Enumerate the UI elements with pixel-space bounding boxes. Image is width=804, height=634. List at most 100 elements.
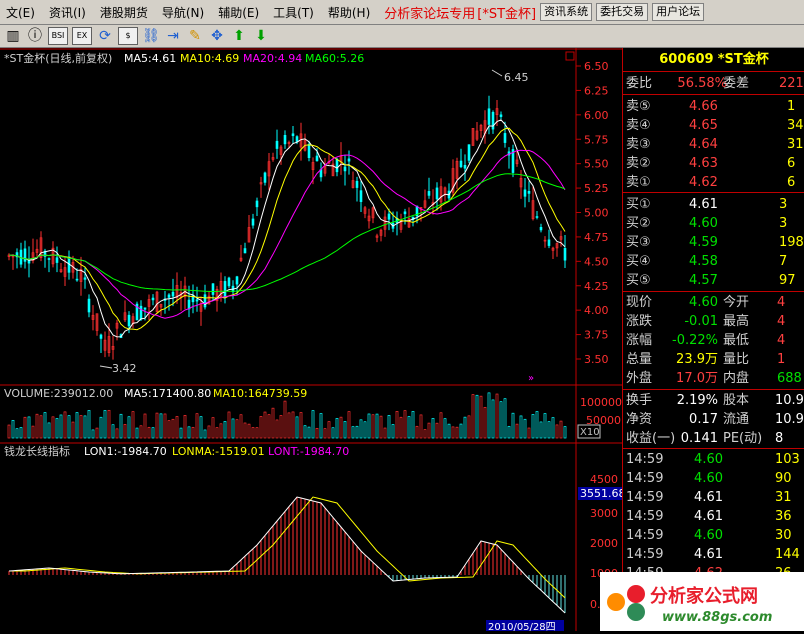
fin-label-2: 股本 <box>723 393 750 408</box>
tick-time: 14:59 <box>626 509 664 524</box>
info-icon[interactable]: ⓘ <box>26 28 44 44</box>
candle-body <box>47 258 51 260</box>
stat-label-2: 最高 <box>723 314 750 329</box>
stat-row: 外盘 17.0万 内盘 688 <box>623 369 804 388</box>
up-arrow-icon[interactable]: ⬆ <box>230 28 248 44</box>
candle-body <box>335 158 339 173</box>
menu-item-2[interactable]: 港股期货 <box>94 4 156 21</box>
export-icon[interactable]: ⇥ <box>164 28 182 44</box>
tick-price: 4.60 <box>694 452 723 467</box>
stat-label-2: 今开 <box>723 295 750 310</box>
candle-body <box>87 298 91 313</box>
sell-volume: 1 <box>787 99 796 114</box>
candle-body <box>243 248 247 254</box>
chart-area[interactable]: 6.50 6.25 6.00 5.75 5.50 5.25 5.00 4.75 4.50 4.25… <box>0 48 626 633</box>
price-tick-label: 3.75 <box>584 329 609 342</box>
menu-button-1[interactable]: 委托交易 <box>596 3 649 21</box>
indicator-cursor-value: 3551.68 <box>580 487 622 500</box>
tick-volume: 103 <box>775 452 800 467</box>
candle-body <box>359 190 363 202</box>
tick-row: 14:59 4.61 144 <box>623 545 804 564</box>
menu-item-3[interactable]: 导航(N) <box>156 4 212 21</box>
buy-price: 4.61 <box>689 197 718 212</box>
fin-value: 0.17 <box>689 412 718 427</box>
fin-label: 净资 <box>626 412 653 427</box>
tick-row: 14:59 4.61 36 <box>623 507 804 526</box>
candle-body <box>139 305 143 320</box>
volume-unit: X10 <box>580 427 600 438</box>
menu-item-5[interactable]: 工具(T) <box>267 4 322 21</box>
candle-body <box>23 248 27 262</box>
kline-chart[interactable]: 6.50 6.25 6.00 5.75 5.50 5.25 5.00 4.75 4.50 4.25… <box>0 48 626 633</box>
stat-label: 涨跌 <box>626 314 653 329</box>
stock-name: *ST金杯 <box>717 52 769 67</box>
candle-body <box>539 227 543 231</box>
buy-level-label: 买⑤ <box>626 273 651 288</box>
stat-label: 现价 <box>626 295 653 310</box>
weibi-row: 委比 56.58% 委差 221 <box>626 76 804 91</box>
tick-price: 4.61 <box>694 490 723 505</box>
stat-label-2: 最低 <box>723 333 750 348</box>
buy-price: 4.60 <box>689 216 718 231</box>
stock-tag: [*ST金杯] <box>477 6 537 22</box>
candle-body <box>503 133 507 143</box>
candle-body <box>563 248 567 261</box>
tick-price: 4.61 <box>694 547 723 562</box>
bsi-icon[interactable]: BSI <box>48 27 68 45</box>
buy-level-label: 买③ <box>626 235 651 250</box>
sell-row: 卖④ 4.65 34 <box>623 116 804 135</box>
indicator-lont: LONT:-1984.70 <box>268 445 349 458</box>
price-tick-label: 6.00 <box>584 109 609 122</box>
stat-row: 现价 4.60 今开 4 <box>623 293 804 312</box>
menu-item-1[interactable]: 资讯(I) <box>43 4 94 21</box>
sell-price: 4.66 <box>689 99 718 114</box>
candle-body <box>187 299 191 310</box>
menu-item-6[interactable]: 帮助(H) <box>322 4 378 21</box>
weicha-value: 221 <box>779 76 804 91</box>
sell-level-label: 卖⑤ <box>626 99 651 114</box>
stat-value: -0.01 <box>684 314 718 329</box>
ma5-label: MA5:4.61 <box>124 52 176 65</box>
menu-button-2[interactable]: 用户论坛 <box>652 3 705 21</box>
volume-ma5-label: MA5:171400.80 <box>124 387 211 400</box>
refresh-icon[interactable]: ⟳ <box>96 28 114 44</box>
tick-volume: 30 <box>775 528 792 543</box>
indicator-tick-4500: 4500 <box>590 473 618 486</box>
candle-body <box>487 108 491 125</box>
candle-body <box>151 297 155 301</box>
candle-body <box>263 172 267 183</box>
k-line-icon[interactable]: ▥ <box>4 28 22 44</box>
price-tick-label: 4.25 <box>584 280 609 293</box>
low-price-label: 3.42 <box>112 362 137 375</box>
tick-volume: 36 <box>775 509 792 524</box>
fin-value: 2.19% <box>676 393 718 408</box>
fin-label-2: PE(动) <box>723 431 763 446</box>
sell-level-label: 卖③ <box>626 137 651 152</box>
dollar-icon[interactable]: $ <box>118 27 138 45</box>
buy-row: 买④ 4.58 7 <box>623 252 804 271</box>
candle-body <box>463 164 467 169</box>
box-icon[interactable]: EX <box>72 27 92 45</box>
sell-price: 4.64 <box>689 137 718 152</box>
indicator-lon: LON1:-1984.70 <box>84 445 167 458</box>
stat-value: 17.0万 <box>676 371 718 386</box>
down-arrow-icon[interactable]: ⬇ <box>252 28 270 44</box>
menu-item-4[interactable]: 辅助(E) <box>212 4 267 21</box>
stat-value-2: 4 <box>777 295 786 310</box>
stat-value-2: 4 <box>777 314 786 329</box>
tick-price: 4.60 <box>694 471 723 486</box>
buy-price: 4.57 <box>689 273 718 288</box>
move-icon[interactable]: ✥ <box>208 28 226 44</box>
stat-value-2: 1 <box>777 352 786 367</box>
buy-row: 买① 4.61 3 <box>623 195 804 214</box>
pencil-icon[interactable]: ✎ <box>186 28 204 44</box>
menu-bar: 文(E) 资讯(I) 港股期货 导航(N) 辅助(E) 工具(T) 帮助(H) 分析家论坛专用… <box>0 0 804 25</box>
candle-body <box>235 276 239 285</box>
sell-price: 4.65 <box>689 118 718 133</box>
link-icon[interactable]: ⛓ <box>142 28 160 44</box>
buy-level-label: 买④ <box>626 254 651 269</box>
menu-button-0[interactable]: 资讯系统 <box>540 3 593 21</box>
ma20-label: MA20:4.94 <box>243 52 302 65</box>
menu-item-0[interactable]: 文(E) <box>0 4 43 21</box>
candle-body <box>355 180 359 188</box>
